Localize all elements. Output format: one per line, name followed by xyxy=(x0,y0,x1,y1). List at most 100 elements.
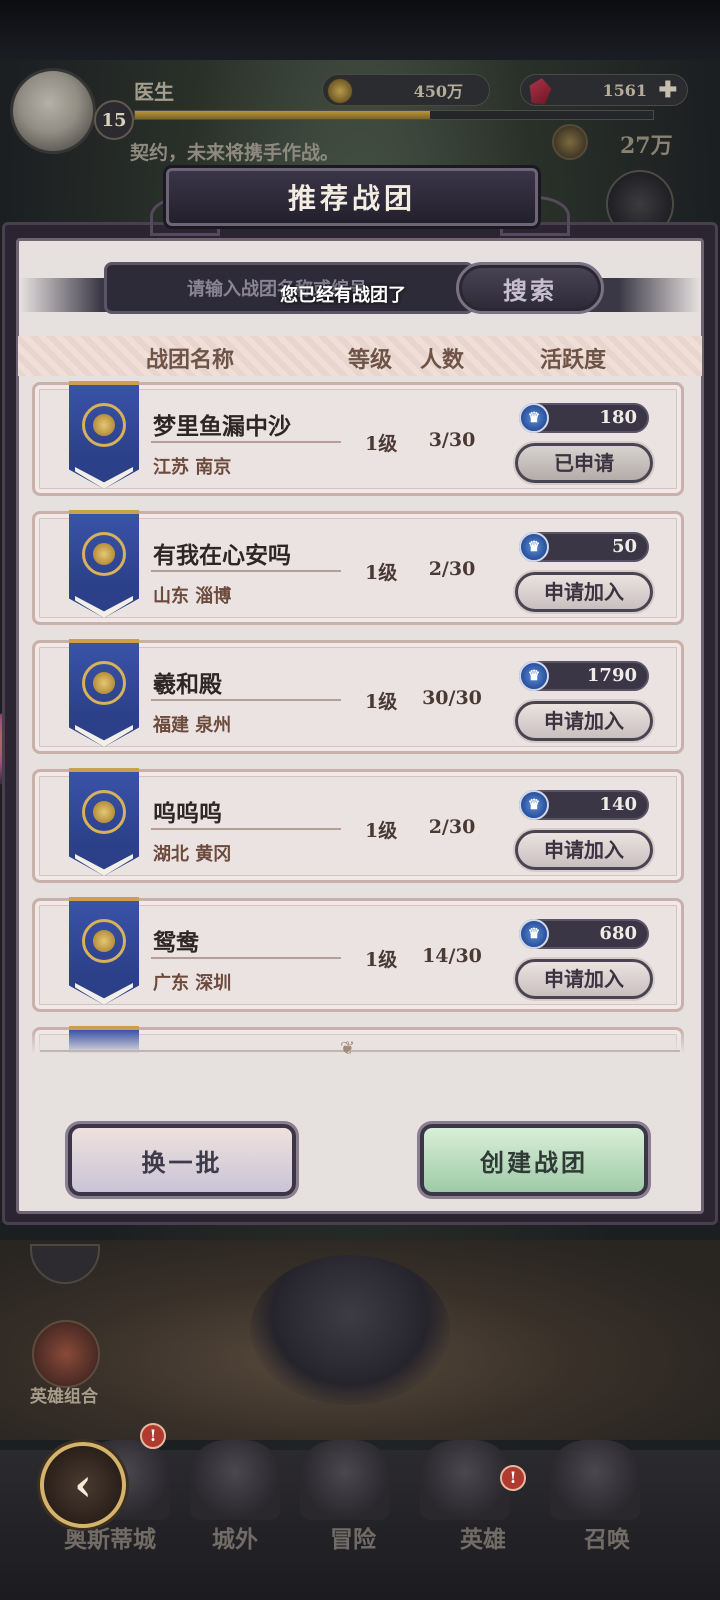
crown-icon: ♛ xyxy=(519,661,549,691)
column-members: 人数 xyxy=(420,347,465,373)
guild-location: 山东 淄博 xyxy=(153,586,232,607)
guild-level: 1级 xyxy=(365,562,398,584)
crown-icon: ♛ xyxy=(519,790,549,820)
guild-row[interactable]: 鸳鸯 广东 深圳 1级 14/30 ♛ 680 申请加入 xyxy=(32,897,684,1012)
list-divider xyxy=(40,1050,680,1052)
player-level-badge: 15 xyxy=(94,100,134,140)
join-guild-button[interactable]: 申请加入 xyxy=(515,572,653,612)
guild-level: 1级 xyxy=(365,820,398,842)
player-motto: 契约，未来将携手作战。 xyxy=(130,142,340,164)
gem-counter[interactable]: 1561 ✚ xyxy=(520,74,688,106)
join-guild-button[interactable]: 申请加入 xyxy=(515,830,653,870)
guild-activity: ♛ 140 xyxy=(519,790,649,820)
gem-value: 1561 xyxy=(602,80,647,100)
search-button[interactable]: 搜索 xyxy=(456,262,604,314)
name-underline xyxy=(151,957,341,959)
back-arrow-icon: ‹ xyxy=(74,1459,92,1511)
guild-name: 鸳鸯 xyxy=(153,929,199,956)
nav-item-adventure[interactable]: 冒险 xyxy=(330,1520,376,1554)
guild-banner xyxy=(69,639,139,747)
applied-button[interactable]: 已申请 xyxy=(515,443,653,483)
guild-row[interactable]: 呜呜呜 湖北 黄冈 1级 2/30 ♛ 140 申请加入 xyxy=(32,768,684,883)
column-level: 等级 xyxy=(348,347,393,373)
guild-row[interactable]: 羲和殿 福建 泉州 1级 30/30 ♛ 1790 申请加入 xyxy=(32,639,684,754)
guild-banner xyxy=(69,768,139,876)
crown-icon: ♛ xyxy=(519,919,549,949)
guild-activity-value: 680 xyxy=(599,923,637,944)
crown-icon: ♛ xyxy=(519,532,549,562)
hero-combo-label: 英雄组合 xyxy=(30,1387,98,1407)
name-underline xyxy=(151,441,341,443)
alert-icon: ! xyxy=(140,1423,166,1449)
guild-location: 湖北 黄冈 xyxy=(153,844,232,865)
guild-banner xyxy=(69,510,139,618)
player-exp-fill xyxy=(135,111,431,119)
guild-location: 福建 泉州 xyxy=(153,715,232,736)
player-avatar[interactable] xyxy=(10,68,96,154)
player-exp-bar xyxy=(134,110,654,120)
guild-activity-value: 140 xyxy=(599,794,637,815)
guild-activity: ♛ 50 xyxy=(519,532,649,562)
list-fade xyxy=(24,1030,696,1060)
name-underline xyxy=(151,570,341,572)
player-name: 医生 xyxy=(134,80,174,104)
dialog-title: 推荐战团 xyxy=(287,182,416,215)
column-activity: 活跃度 xyxy=(540,347,607,373)
back-button[interactable]: ‹ xyxy=(40,1442,126,1528)
nav-item-outside[interactable]: 城外 xyxy=(212,1520,258,1554)
banner-emblem-icon xyxy=(82,532,126,576)
gem-icon xyxy=(527,77,552,106)
guild-location: 广东 深圳 xyxy=(153,973,232,994)
plus-icon[interactable]: ✚ xyxy=(659,77,677,103)
guild-list[interactable]: 梦里鱼漏中沙 江苏 南京 1级 3/30 ♛ 180 已申请 有我在心安吗 山东… xyxy=(24,378,696,1054)
guild-level: 1级 xyxy=(365,691,398,713)
create-guild-button[interactable]: 创建战团 xyxy=(420,1124,648,1196)
guild-banner xyxy=(69,381,139,489)
column-guild-name: 战团名称 xyxy=(146,347,235,373)
guild-banner xyxy=(69,897,139,1005)
banner-emblem-icon xyxy=(82,661,126,705)
alert-icon: ! xyxy=(500,1465,526,1491)
guild-activity-value: 50 xyxy=(611,536,637,557)
guild-name: 梦里鱼漏中沙 xyxy=(153,413,291,440)
guild-row[interactable]: 有我在心安吗 山东 淄博 1级 2/30 ♛ 50 申请加入 xyxy=(32,510,684,625)
guild-name: 有我在心安吗 xyxy=(153,542,291,569)
guild-level: 1级 xyxy=(365,949,398,971)
join-guild-button[interactable]: 申请加入 xyxy=(515,701,653,741)
guild-members: 30/30 xyxy=(422,687,482,709)
nav-outside-icon xyxy=(190,1440,280,1520)
nav-item-hero[interactable]: 英雄 xyxy=(460,1520,506,1554)
scene-creature xyxy=(250,1255,450,1405)
power-icon xyxy=(552,124,588,160)
coin-icon xyxy=(327,78,353,104)
guild-location: 江苏 南京 xyxy=(153,457,232,478)
guild-members: 3/30 xyxy=(428,429,476,451)
toast-message: 您已经有战团了 xyxy=(280,285,406,306)
banner-emblem-icon xyxy=(82,919,126,963)
banner-emblem-icon xyxy=(82,790,126,834)
power-value: 27万 xyxy=(620,133,673,159)
hero-combo-icon[interactable] xyxy=(32,1320,100,1388)
guild-activity: ♛ 680 xyxy=(519,919,649,949)
nav-item-summon[interactable]: 召唤 xyxy=(584,1520,630,1554)
guild-activity-value: 180 xyxy=(599,407,637,428)
crown-icon: ♛ xyxy=(519,403,549,433)
guild-activity: ♛ 1790 xyxy=(519,661,649,691)
guild-activity: ♛ 180 xyxy=(519,403,649,433)
nav-summon-icon xyxy=(550,1440,640,1520)
top-bar-background xyxy=(0,0,720,60)
nav-hero-icon xyxy=(420,1440,510,1520)
gold-value: 450万 xyxy=(413,82,463,101)
join-guild-button[interactable]: 申请加入 xyxy=(515,959,653,999)
name-underline xyxy=(151,699,341,701)
divider-ornament-icon: ❦ xyxy=(340,1038,356,1059)
name-underline xyxy=(151,828,341,830)
guild-activity-value: 1790 xyxy=(586,665,637,686)
guild-members: 14/30 xyxy=(422,945,482,967)
gold-counter[interactable]: 450万 xyxy=(322,74,490,106)
refresh-button[interactable]: 换一批 xyxy=(68,1124,296,1196)
dialog-title-plate: 推荐战团 xyxy=(166,168,538,226)
guild-level: 1级 xyxy=(365,433,398,455)
guild-row[interactable]: 梦里鱼漏中沙 江苏 南京 1级 3/30 ♛ 180 已申请 xyxy=(32,381,684,496)
guild-members: 2/30 xyxy=(428,816,476,838)
